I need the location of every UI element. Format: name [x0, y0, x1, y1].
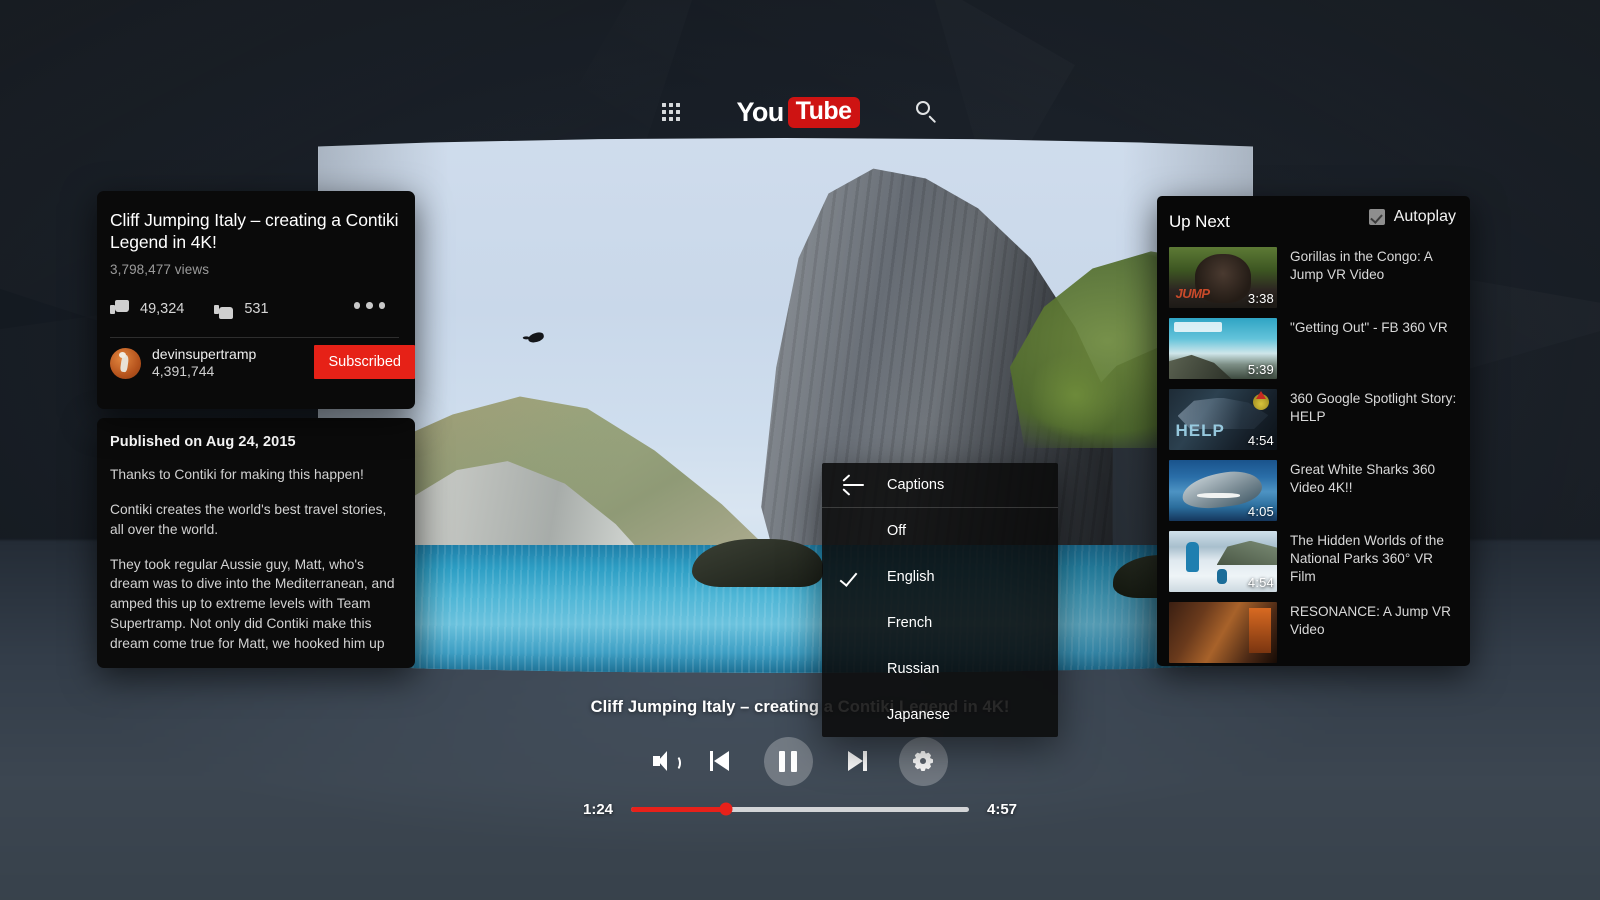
list-item-title: 360 Google Spotlight Story: HELP: [1290, 391, 1457, 425]
up-next-panel: Up Next Autoplay JUMP 3:38 Gorillas in t…: [1157, 196, 1470, 666]
channel-row: devinsupertramp 4,391,744 Subscribed: [97, 338, 415, 388]
settings-gear-icon: [911, 749, 935, 773]
captions-option-off[interactable]: Off: [822, 508, 1058, 554]
total-time-label: 4:57: [986, 800, 1018, 818]
video-duration: 4:54: [1247, 575, 1274, 590]
video-thumbnail[interactable]: 5:39: [1169, 318, 1277, 379]
view-count: 3,798,477 views: [110, 262, 210, 278]
seek-bar-row: 1:24 4:57: [0, 796, 1600, 822]
thumbs-down-icon[interactable]: [214, 300, 234, 319]
next-button[interactable]: [845, 751, 867, 771]
captions-option-label: Russian: [887, 661, 940, 677]
hiker-figure: [1216, 568, 1227, 584]
video-duration: 4:54: [1247, 433, 1274, 448]
previous-track-icon: [709, 751, 732, 771]
autoplay-toggle[interactable]: Autoplay: [1368, 208, 1456, 226]
play-pause-button[interactable]: [763, 736, 813, 786]
ratings-row: 49,324 531: [110, 296, 399, 322]
next-track-icon: [845, 751, 867, 771]
video-thumbnail[interactable]: HELP 4:54: [1169, 389, 1277, 450]
video-thumbnail[interactable]: 4:05: [1169, 460, 1277, 521]
captions-menu-header[interactable]: Captions: [822, 463, 1058, 507]
current-time-label: 1:24: [582, 800, 614, 818]
captions-option-label: English: [887, 569, 935, 585]
list-item-title: Great White Sharks 360 Video 4K!!: [1290, 462, 1436, 496]
list-item-title: The Hidden Worlds of the National Parks …: [1290, 533, 1444, 585]
captions-option-english[interactable]: English: [822, 554, 1058, 600]
thumbnail-logo: [1174, 322, 1222, 333]
description-paragraph: Contiki creates the world's best travel …: [110, 501, 387, 537]
list-item[interactable]: HELP 4:54 360 Google Spotlight Story: HE…: [1157, 384, 1470, 455]
youtube-logo[interactable]: You Tube: [736, 96, 860, 128]
captions-option-label: French: [887, 615, 933, 631]
video-screen[interactable]: [318, 138, 1253, 673]
up-next-list[interactable]: JUMP 3:38 Gorillas in the Congo: A Jump …: [1157, 242, 1470, 666]
autoplay-checkbox[interactable]: [1368, 209, 1385, 225]
channel-name[interactable]: devinsupertramp: [152, 346, 256, 363]
volume-button[interactable]: [652, 750, 681, 772]
list-item[interactable]: 4:05 Great White Sharks 360 Video 4K!!: [1157, 455, 1470, 526]
video-duration: 4:05: [1247, 504, 1274, 519]
video-info-panel: Cliff Jumping Italy – creating a Contiki…: [97, 191, 415, 409]
check-icon: [844, 569, 860, 578]
captions-option-label: Off: [887, 523, 907, 539]
list-item-title: RESONANCE: A Jump VR Video: [1290, 604, 1451, 638]
published-date: Published on Aug 24, 2015: [110, 434, 296, 450]
more-options-icon[interactable]: [353, 302, 385, 309]
channel-subscriber-count: 4,391,744: [152, 363, 215, 380]
list-item[interactable]: 5:39 "Getting Out" - FB 360 VR: [1157, 313, 1470, 384]
description-paragraph: They took regular Aussie guy, Matt, who'…: [110, 556, 395, 652]
settings-button[interactable]: [898, 736, 948, 786]
now-playing-title: Cliff Jumping Italy – creating a Contiki…: [590, 698, 1010, 716]
description-paragraph: Thanks to Contiki for making this happen…: [110, 467, 364, 482]
volume-icon: [652, 750, 681, 772]
video-thumbnail[interactable]: [1169, 602, 1277, 663]
previous-button[interactable]: [709, 751, 732, 771]
progress-knob[interactable]: [719, 802, 733, 816]
like-count: 49,324: [140, 301, 185, 318]
dislike-count: 531: [244, 301, 269, 318]
grid-apps-icon[interactable]: [662, 103, 681, 121]
video-duration: 5:39: [1247, 362, 1274, 377]
captions-option-japanese[interactable]: Japanese: [822, 692, 1058, 738]
up-next-header: Up Next Autoplay: [1157, 196, 1470, 248]
pause-icon: [779, 750, 797, 772]
progress-bar[interactable]: [631, 802, 969, 816]
list-item-title: "Getting Out" - FB 360 VR: [1290, 320, 1448, 335]
page-title: Cliff Jumping Italy – creating a Contiki…: [110, 210, 399, 253]
thumbnail-lamp: [1253, 391, 1270, 411]
list-item[interactable]: JUMP 3:38 Gorillas in the Congo: A Jump …: [1157, 242, 1470, 313]
thumbs-up-icon[interactable]: [110, 299, 129, 319]
thumbnail-title-art: HELP: [1175, 421, 1225, 441]
avatar[interactable]: [110, 347, 141, 379]
video-vegetation: [1028, 352, 1123, 438]
back-arrow-icon[interactable]: [842, 474, 864, 496]
video-duration: 3:38: [1247, 291, 1274, 306]
video-frame: [318, 138, 1253, 673]
subscribe-button[interactable]: Subscribed: [314, 345, 415, 380]
logo-tube-text: Tube: [787, 96, 860, 128]
captions-option-russian[interactable]: Russian: [822, 646, 1058, 692]
list-item[interactable]: RESONANCE: A Jump VR Video: [1157, 597, 1470, 666]
shark-mouth: [1197, 492, 1241, 498]
captions-option-french[interactable]: French: [822, 600, 1058, 646]
top-navigation-bar: You Tube: [0, 92, 1600, 132]
video-thumbnail[interactable]: JUMP 3:38: [1169, 247, 1277, 308]
description-panel[interactable]: Published on Aug 24, 2015 Thanks to Cont…: [97, 418, 415, 668]
hiker-figure: [1186, 541, 1200, 572]
captions-option-label: Japanese: [887, 707, 950, 723]
video-sea-rock: [692, 539, 823, 588]
captions-menu[interactable]: Captions Off English French Russian Japa…: [822, 463, 1058, 737]
progress-fill: [631, 806, 726, 812]
search-icon[interactable]: [915, 101, 938, 124]
up-next-heading: Up Next: [1169, 212, 1230, 231]
list-item-title: Gorillas in the Congo: A Jump VR Video: [1290, 249, 1433, 283]
autoplay-label: Autoplay: [1393, 208, 1456, 225]
player-controls: [0, 735, 1600, 787]
jump-badge: JUMP: [1175, 285, 1210, 301]
logo-you-text: You: [736, 96, 784, 127]
captions-menu-title: Captions: [887, 477, 945, 493]
list-item[interactable]: 4:54 The Hidden Worlds of the National P…: [1157, 526, 1470, 597]
video-thumbnail[interactable]: 4:54: [1169, 531, 1277, 592]
